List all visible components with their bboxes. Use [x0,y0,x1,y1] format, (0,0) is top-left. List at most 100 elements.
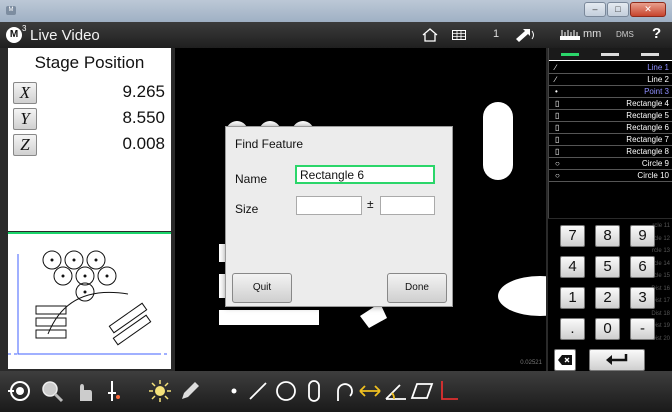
feature-name: Rectangle 7 [626,135,669,144]
feature-list-item[interactable]: • Point 3 [549,86,672,98]
backspace-icon [558,355,572,365]
unit-selector[interactable]: mm [583,28,601,40]
hand-pointer-icon[interactable] [72,379,96,403]
ruler-icon [560,30,580,40]
pencil-icon[interactable] [178,379,202,403]
find-feature-dialog: Find Feature Name Size ± Quit Done [225,126,453,307]
perpendicular-tool-icon[interactable] [436,379,460,403]
quit-button[interactable]: Quit [232,273,292,303]
keypad-key[interactable]: 5 [595,256,620,278]
rectangle-icon: ▯ [555,123,560,132]
maximize-button[interactable]: □ [607,2,629,17]
feature-name: Rectangle 8 [626,147,669,156]
feature-list-item[interactable]: ∕ Line 1 [549,62,672,74]
enter-button[interactable] [589,349,645,371]
name-input[interactable] [295,165,435,184]
feature-list-item[interactable]: ▯ Rectangle 6 [549,122,672,134]
hidden-feature-label: Dist 18 [651,310,670,317]
system-menu-icon[interactable]: M [6,6,16,15]
circle-tool-icon[interactable] [274,379,298,403]
size-label: Size [235,202,259,216]
tab-list[interactable] [601,53,619,56]
keypad-key[interactable]: 1 [560,287,585,309]
magnifier-icon[interactable] [40,379,64,403]
feature-list-item[interactable]: ▯ Rectangle 8 [549,146,672,158]
tab-details[interactable] [641,53,659,56]
axis-z-button[interactable]: Z [13,134,37,156]
feature-list-item[interactable]: ▯ Rectangle 5 [549,110,672,122]
probe-target-icon[interactable] [8,379,32,403]
part-drawing [8,250,168,355]
keypad-key[interactable]: 0 [595,318,620,340]
line-icon: ∕ [555,63,557,72]
numeric-keypad: rcle 11 rcle 12 rcle 13 rcle 14 rcle 15 Dist … [548,219,672,371]
tab-features[interactable] [561,53,579,56]
table-grid-icon[interactable] [452,30,466,40]
feature-list-tabs [549,48,672,61]
axis-y-value: 8.550 [122,108,165,127]
keypad-key[interactable]: 7 [560,225,585,247]
feature-list-item[interactable]: ○ Circle 10 [549,170,672,182]
keypad-key[interactable]: 4 [560,256,585,278]
feature-name: Circle 9 [641,159,669,168]
keypad-key[interactable]: 8 [595,225,620,247]
point-icon: • [555,87,558,96]
home-icon[interactable] [422,28,438,42]
page-title: Live Video [30,27,100,44]
arc-tool-icon[interactable] [332,379,356,403]
keypad-key[interactable]: - [630,318,655,340]
keypad-key[interactable]: 9 [630,225,655,247]
app-header: M 3 Live Video 1 mm DMS ? [0,22,672,48]
keypad-key[interactable]: . [560,318,585,340]
parallelogram-tool-icon[interactable] [410,379,434,403]
return-arrow-icon[interactable] [514,27,536,43]
size-input[interactable] [296,196,362,215]
stage-position-panel: Stage Position X 9.265 Y 8.550 Z 0.008 [8,48,171,231]
header-counter: 1 [493,28,500,40]
edge-probe-icon[interactable] [100,379,124,403]
feature-list-item[interactable]: ∕ Line 2 [549,74,672,86]
keypad-key[interactable]: 6 [630,256,655,278]
axis-x-button[interactable]: X [13,82,37,104]
rectangle-icon: ▯ [555,111,560,120]
angle-mode-selector[interactable]: DMS [616,30,634,39]
app-logo: M [6,27,22,43]
feature-name: Line 1 [647,63,669,72]
rectangle-icon: ▯ [555,99,560,108]
point-tool-icon[interactable] [222,379,246,403]
done-button[interactable]: Done [387,273,447,303]
close-button[interactable]: ✕ [630,2,666,17]
angle-tool-icon[interactable] [384,379,408,403]
slot-tool-icon[interactable] [302,379,326,403]
feature-list-item[interactable]: ○ Circle 9 [549,158,672,170]
rectangle-icon: ▯ [555,135,560,144]
hidden-feature-label: rcle 11 [652,223,670,229]
line-tool-icon[interactable] [246,379,270,403]
tolerance-input[interactable] [380,196,435,215]
circle-icon: ○ [555,159,560,168]
stage-position-title: Stage Position [34,53,145,72]
feature-list-item[interactable]: ▯ Rectangle 4 [549,98,672,110]
keypad-key[interactable]: 3 [630,287,655,309]
feature-name: Rectangle 6 [626,123,669,132]
feature-list-item[interactable]: ▯ Rectangle 7 [549,134,672,146]
hidden-feature-label: rcle 13 [651,248,670,254]
feature-list[interactable]: ∕ Line 1 ∕ Line 2 • Point 3 ▯ Rectangle 4 ▯ Recta… [548,48,672,218]
distance-tool-icon[interactable] [358,379,382,403]
feature-name: Circle 10 [637,171,669,180]
light-icon[interactable] [148,379,172,403]
keypad-key[interactable]: 2 [595,287,620,309]
axis-y-button[interactable]: Y [13,108,37,130]
axis-z-value: 0.008 [122,134,165,153]
backspace-button[interactable] [554,349,576,371]
feature-name: Rectangle 5 [626,111,669,120]
app-logo-superscript: 3 [22,24,27,33]
help-icon[interactable]: ? [652,25,661,42]
line-icon: ∕ [555,75,557,84]
minimize-button[interactable]: – [584,2,606,17]
window-controls: – □ ✕ [584,2,666,17]
feature-name: Point 3 [644,87,669,96]
measure-toolbar [0,371,672,412]
tolerance-symbol: ± [367,197,374,211]
part-view-thumbnail[interactable] [8,232,171,369]
